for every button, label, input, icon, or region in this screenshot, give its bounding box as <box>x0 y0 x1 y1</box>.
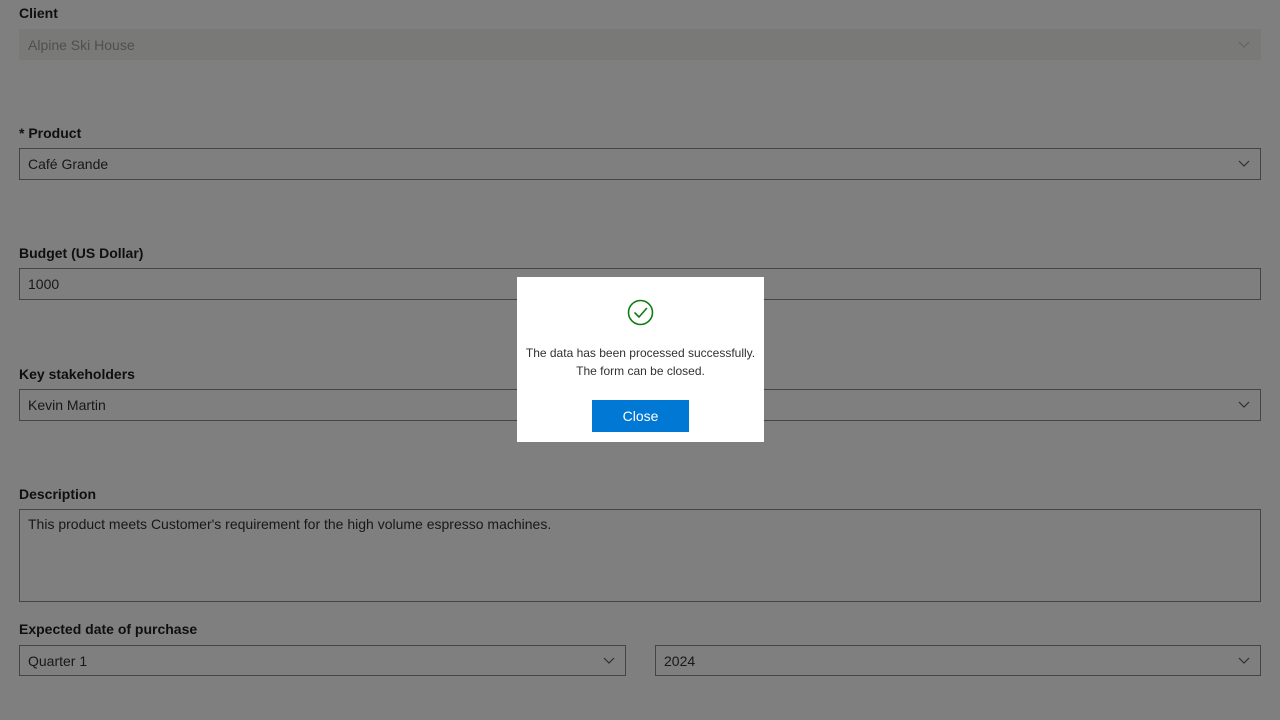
success-dialog: The data has been processed successfully… <box>517 277 764 442</box>
close-button[interactable]: Close <box>592 400 689 432</box>
dialog-message: The data has been processed successfully… <box>525 346 756 378</box>
check-circle-icon <box>627 299 654 326</box>
